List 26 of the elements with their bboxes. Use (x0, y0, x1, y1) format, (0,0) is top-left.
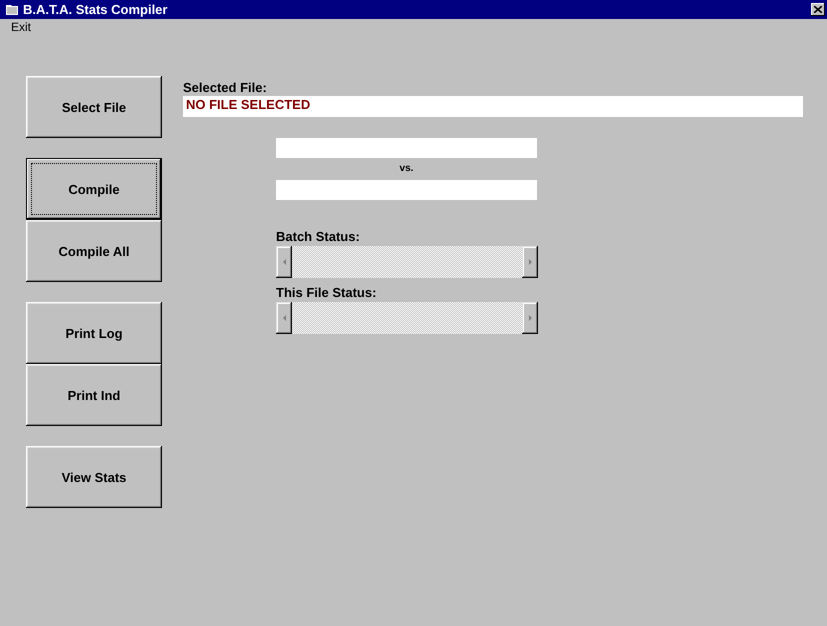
status-label: Batch Status: (276, 228, 361, 246)
second-file-field[interactable] (276, 180, 537, 200)
toolbar-button[interactable]: View Stats (26, 446, 162, 508)
scroll-right-button[interactable] (522, 246, 538, 278)
toolbar-button[interactable]: Select File (26, 76, 162, 138)
toolbar-button[interactable]: Print Log (26, 302, 162, 364)
folder-icon (6, 4, 18, 15)
menu-item[interactable]: Exit (11, 20, 32, 34)
field-label: Selected File: (183, 80, 268, 96)
close-button[interactable] (811, 3, 825, 16)
scroll-left-button[interactable] (276, 246, 292, 278)
toolbar-button[interactable]: Compile (26, 158, 162, 220)
status-label: This File Status: (276, 284, 378, 302)
scroll-left-button[interactable] (276, 302, 292, 334)
selected-file-field: NO FILE SELECTED (183, 96, 803, 117)
versus-label: vs. (400, 162, 414, 176)
close-icon (814, 6, 822, 13)
right-arrow-icon (528, 259, 532, 265)
toolbar-button[interactable]: Compile All (26, 220, 162, 282)
scroll-right-button[interactable] (522, 302, 538, 334)
left-arrow-icon (282, 315, 286, 321)
toolbar-button[interactable]: Print Ind (26, 364, 162, 426)
right-arrow-icon (528, 315, 532, 321)
window-title: B.A.T.A. Stats Compiler (23, 2, 168, 17)
first-file-field[interactable] (276, 138, 537, 158)
left-arrow-icon (282, 259, 286, 265)
